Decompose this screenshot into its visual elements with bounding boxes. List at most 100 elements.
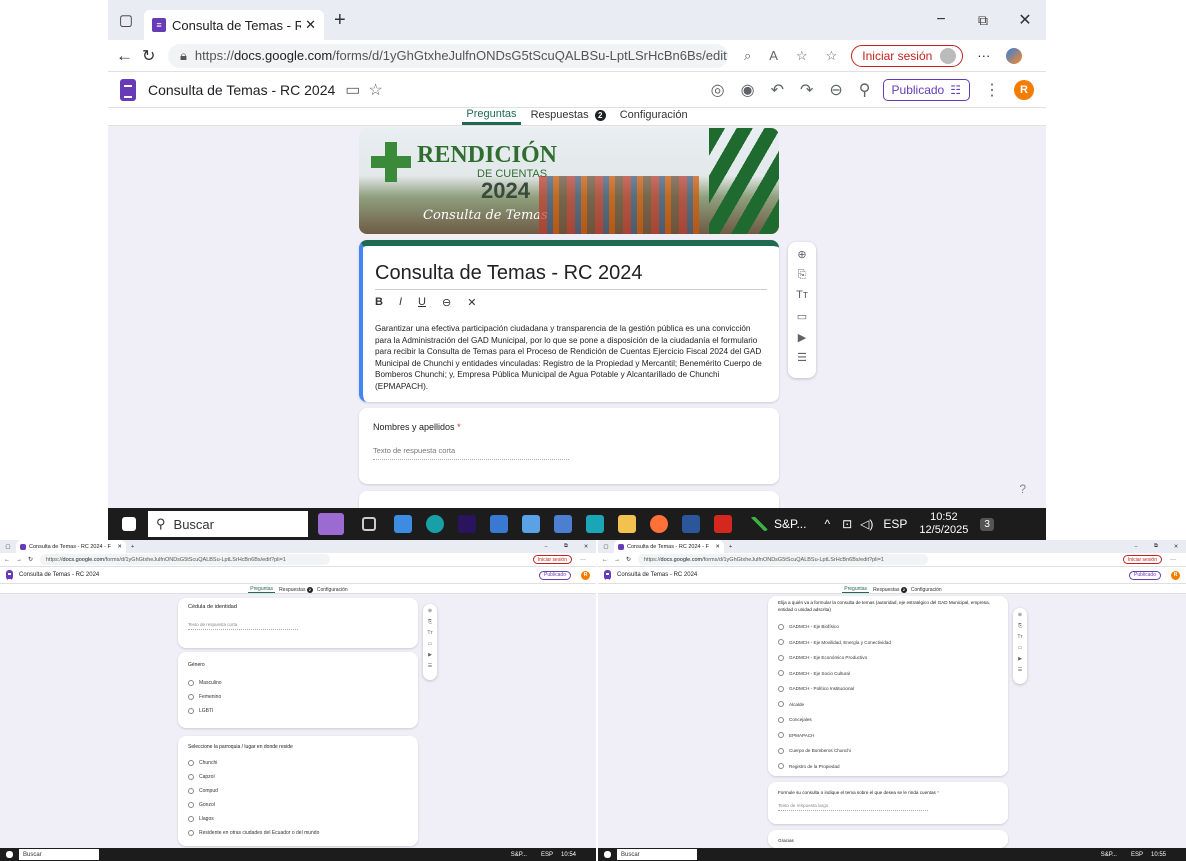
file-explorer-icon[interactable] [618,515,636,533]
radio-icon[interactable] [188,680,194,686]
radio-icon[interactable] [778,670,784,677]
taskbar-search[interactable]: Buscar [19,849,99,860]
url-field[interactable]: 🔒︎ https://docs.google.com/forms/d/1yGhG… [168,43,728,68]
form-description[interactable]: Garantizar una efectiva participación ci… [375,323,767,392]
add-video-icon[interactable]: ▶ [1018,656,1022,667]
app-icon-3[interactable] [522,515,540,533]
radio-icon[interactable] [778,639,784,646]
radio-icon[interactable] [778,701,784,708]
option-row[interactable]: GADMCH - Político Institucional [778,681,998,697]
clock-time[interactable]: 10:55 [1151,852,1166,858]
italic-icon[interactable]: I [399,296,402,309]
add-video-icon[interactable]: ▶ [798,331,806,352]
radio-icon[interactable] [188,816,194,822]
add-title-icon[interactable]: Tт [1017,634,1022,645]
import-questions-icon[interactable]: ⎘ [1018,623,1022,634]
add-question-icon[interactable]: ⊕ [1018,612,1022,623]
radio-icon[interactable] [188,802,194,808]
redo-icon[interactable]: ↷ [800,80,813,100]
close-window-icon[interactable]: ✕ [1166,544,1186,550]
notification-badge[interactable]: 3 [980,517,994,531]
radio-icon[interactable] [188,694,194,700]
add-video-icon[interactable]: ▶ [428,652,432,663]
tab-questions[interactable]: Preguntas [462,108,521,125]
edge-icon[interactable] [426,515,444,533]
add-question-icon[interactable]: ⊕ [797,248,806,269]
add-section-icon[interactable]: ☰ [428,663,432,674]
form-title-heading[interactable]: Consulta de Temas - RC 2024 [375,262,767,290]
clock-time[interactable]: 10:54 [561,852,576,858]
add-image-icon[interactable]: ▭ [797,310,807,331]
favorite-star-icon[interactable]: ☆ [796,48,808,64]
forms-logo-icon[interactable] [6,570,13,581]
minimize-icon[interactable]: − [1126,544,1146,550]
restore-icon[interactable]: ⧉ [962,12,1004,29]
url-field[interactable]: https://docs.google.com/forms/d/1yGhGtxh… [40,554,330,565]
radio-icon[interactable] [778,654,784,661]
new-tab-button[interactable]: + [729,544,732,550]
tab-responses[interactable]: Respuestas 2 [527,109,610,125]
user-avatar[interactable]: R [1171,570,1180,580]
radio-icon[interactable] [778,716,784,723]
option-row[interactable]: Llagos [188,812,408,826]
close-window-icon[interactable]: ✕ [576,544,596,550]
published-button[interactable]: Publicado [539,570,571,580]
app-icon-5[interactable] [586,515,604,533]
more-menu-icon[interactable]: ··· [580,557,586,563]
close-window-icon[interactable]: ✕ [1004,10,1046,30]
palette-icon[interactable]: ◎ [711,80,725,100]
new-tab-button[interactable]: + [334,9,346,32]
favorites-icon[interactable]: ☆ [826,48,838,64]
option-row[interactable]: Masculino [188,676,408,690]
tab-close-icon[interactable]: ✕ [117,544,122,550]
form-title-card[interactable]: Consulta de Temas - RC 2024 B I U ⊖ ✕ Ga… [359,240,779,402]
option-row[interactable]: GADMCH - Eje Biofísico [778,619,998,635]
add-collaborator-icon[interactable]: ⚲ [859,80,871,100]
minimize-icon[interactable]: − [536,544,556,550]
language-indicator[interactable]: ESP [541,852,553,858]
language-indicator[interactable]: ESP [883,517,907,531]
radio-icon[interactable] [778,685,784,692]
option-row[interactable]: GADMCH - Eje Socio Cultural [778,666,998,682]
reload-icon[interactable]: ↻ [28,556,40,563]
stock-ticker-label[interactable]: S&P... [511,852,527,858]
browser-tab[interactable]: Consulta de Temas - RC 2024 - F ✕ [614,540,724,553]
flowers-widget-icon[interactable] [318,513,344,535]
add-image-icon[interactable]: ▭ [428,641,433,652]
sidebar-toggle-icon[interactable]: ▢ [108,11,144,29]
read-aloud-icon[interactable]: A [769,48,778,63]
clear-format-icon[interactable]: ✕ [467,296,476,309]
tab-settings[interactable]: Configuración [911,587,942,593]
undo-icon[interactable]: ↶ [771,80,784,100]
forward-icon[interactable]: → [614,557,626,563]
stock-ticker-label[interactable]: S&P... [1101,852,1117,858]
preview-icon[interactable]: ◉ [741,80,755,100]
radio-icon[interactable] [188,830,194,836]
taskbar-search[interactable]: ⚲ Buscar [148,511,308,537]
option-row[interactable]: GADMCH - Eje Económico Productivo [778,650,998,666]
import-questions-icon[interactable]: ⎘ [798,269,807,290]
firefox-icon[interactable] [650,515,668,533]
forward-icon[interactable]: → [16,557,28,563]
tray-network-icon[interactable]: ⊡ [842,517,852,531]
url-field[interactable]: https://docs.google.com/forms/d/1yGhGtxh… [638,554,928,565]
option-row[interactable]: Alcalde [778,697,998,713]
star-icon[interactable]: ☆ [368,80,382,100]
option-row[interactable]: Chunchi [188,756,408,770]
tab-responses[interactable]: Respuestas 2 [279,587,313,593]
add-section-icon[interactable]: ☰ [1018,667,1022,678]
task-view-icon[interactable] [362,517,376,531]
folder-icon[interactable]: ▭ [345,80,360,100]
radio-icon[interactable] [778,763,784,770]
tab-close-icon[interactable]: ✕ [305,17,316,33]
taskbar-search[interactable]: Buscar [617,849,697,860]
language-indicator[interactable]: ESP [1131,852,1143,858]
forms-logo-icon[interactable] [604,570,611,581]
radio-icon[interactable] [188,708,194,714]
app-icon-1[interactable] [394,515,412,533]
option-row[interactable]: LGBTI [188,704,408,718]
minimize-icon[interactable]: − [920,11,962,29]
question-card-name[interactable]: Nombres y apellidos * Texto de respuesta… [359,408,779,484]
add-title-icon[interactable]: Tт [796,289,808,310]
forms-logo-icon[interactable] [120,78,136,101]
